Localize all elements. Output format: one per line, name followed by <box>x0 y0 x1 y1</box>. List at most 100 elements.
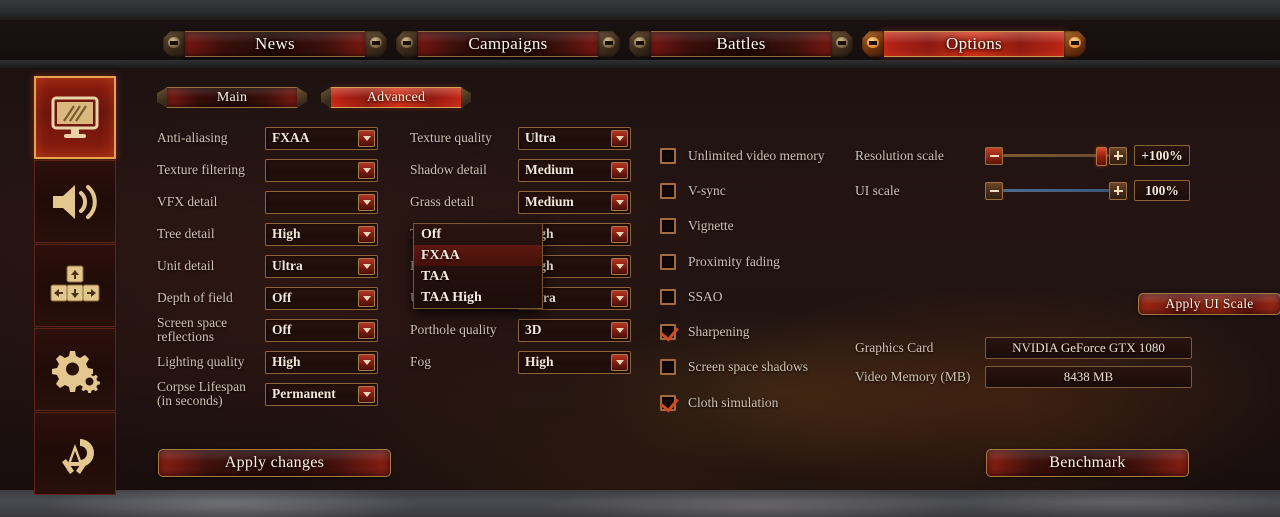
subtab-main[interactable]: Main <box>157 87 307 108</box>
checkbox-row-proximity-fading[interactable]: Proximity fading <box>660 244 860 279</box>
dropdown-option-fxaa[interactable]: FXAA <box>414 245 542 266</box>
checkbox-v-sync[interactable] <box>660 182 676 199</box>
dropdown-depth-of-field[interactable]: Off <box>265 286 378 310</box>
options-content: Main Advanced Anti-aliasing FXAA Texture fi… <box>150 80 1280 500</box>
chevron-down-icon[interactable] <box>611 225 628 243</box>
dropdown-screen-space-reflections[interactable]: Off <box>265 318 378 342</box>
chevron-down-icon[interactable] <box>358 257 375 275</box>
slider-track-resolution-scale[interactable] <box>1003 146 1109 166</box>
checkbox-row-unlimited-video-memory[interactable]: Unlimited video memory <box>660 138 860 173</box>
checkbox-row-vignette[interactable]: Vignette <box>660 209 860 244</box>
slider-increase-button[interactable] <box>1109 146 1127 165</box>
nav-tab-battles[interactable]: Battles <box>629 28 853 60</box>
nav-tab-news[interactable]: News <box>163 28 387 60</box>
checkbox-screen-space-shadows[interactable] <box>660 359 676 376</box>
setting-row-anti-aliasing: Anti-aliasing FXAA <box>157 122 397 154</box>
slider-line <box>1003 154 1109 157</box>
chevron-down-icon[interactable] <box>358 161 375 179</box>
chevron-down-icon[interactable] <box>358 321 375 339</box>
chevron-down-icon[interactable] <box>358 129 375 147</box>
skull-icon <box>163 31 185 57</box>
dropdown-porthole-quality[interactable]: 3D <box>518 318 631 342</box>
chevron-down-icon[interactable] <box>611 289 628 307</box>
subtab-advanced[interactable]: Advanced <box>321 87 471 108</box>
setting-label-vfx-detail: VFX detail <box>157 194 218 209</box>
checkbox-row-v-sync[interactable]: V-sync <box>660 173 860 208</box>
checkbox-ssao[interactable] <box>660 288 676 305</box>
chevron-down-icon[interactable] <box>611 129 628 147</box>
apply-ui-scale-button[interactable]: Apply UI Scale <box>1138 293 1280 315</box>
sidebar-item-controls[interactable] <box>34 244 116 327</box>
dropdown-option-taa[interactable]: TAA <box>414 266 542 287</box>
checkbox-row-ssao[interactable]: SSAO <box>660 279 860 314</box>
slider-track-ui-scale[interactable] <box>1003 182 1109 200</box>
setting-label-unit-detail: Unit detail <box>157 258 215 273</box>
checkbox-row-screen-space-shadows[interactable]: Screen space shadows <box>660 350 860 385</box>
checkbox-proximity-fading[interactable] <box>660 253 676 270</box>
dropdown-grass-detail[interactable]: Medium <box>518 190 631 214</box>
info-value-video-memory-mb: 8438 MB <box>985 365 1192 388</box>
options-subtabs: Main Advanced <box>157 87 471 108</box>
checkbox-vignette[interactable] <box>660 218 676 235</box>
dropdown-corpse-lifespan-in-seconds[interactable]: Permanent <box>265 382 378 406</box>
sidebar-item-graphics[interactable] <box>34 76 116 159</box>
checkbox-row-sharpening[interactable]: Sharpening <box>660 314 860 349</box>
setting-row-tree-detail: Tree detail High <box>157 218 397 250</box>
checkbox-unlimited-video-memory[interactable] <box>660 147 676 164</box>
apply-ui-scale-wrap: Apply UI Scale <box>1138 293 1280 315</box>
chevron-down-icon[interactable] <box>358 193 375 211</box>
dropdown-texture-quality[interactable]: Ultra <box>518 126 631 150</box>
dropdown-fog[interactable]: High <box>518 350 631 374</box>
dropdown-value: Ultra <box>525 130 556 145</box>
chevron-down-icon[interactable] <box>358 225 375 243</box>
dropdown-value: Off <box>272 322 292 337</box>
arrow-keys-icon <box>50 264 100 308</box>
chevron-down-icon[interactable] <box>358 385 375 403</box>
nav-tab-campaigns[interactable]: Campaigns <box>396 28 620 60</box>
dropdown-tree-detail[interactable]: High <box>265 222 378 246</box>
emblem-icon <box>50 430 100 478</box>
nav-tab-label: Options <box>946 34 1002 53</box>
dropdown-option-taa-high[interactable]: TAA High <box>414 287 542 308</box>
slider-increase-button[interactable] <box>1109 181 1127 200</box>
chevron-down-icon[interactable] <box>611 257 628 275</box>
chevron-down-icon[interactable] <box>611 353 628 371</box>
notch-ornament <box>297 87 307 108</box>
chevron-down-icon[interactable] <box>358 289 375 307</box>
checkbox-label: Vignette <box>688 218 734 234</box>
dropdown-vfx-detail[interactable] <box>265 190 378 214</box>
checkbox-label: SSAO <box>688 288 723 304</box>
checkbox-sharpening[interactable] <box>660 324 676 341</box>
dropdown-value: Permanent <box>272 386 336 401</box>
sidebar-item-audio[interactable] <box>34 160 116 243</box>
skull-icon <box>862 31 884 57</box>
apply-changes-button[interactable]: Apply changes <box>158 449 391 477</box>
dropdown-shadow-detail[interactable]: Medium <box>518 158 631 182</box>
slider-line <box>1003 189 1109 192</box>
benchmark-button[interactable]: Benchmark <box>986 449 1189 477</box>
dropdown-anti-aliasing[interactable]: FXAA <box>265 126 378 150</box>
sidebar-item-gameplay[interactable] <box>34 328 116 411</box>
chevron-down-icon[interactable] <box>611 161 628 179</box>
chevron-down-icon[interactable] <box>611 321 628 339</box>
checkbox-label: V-sync <box>688 182 726 198</box>
dropdown-option-off[interactable]: Off <box>414 224 542 245</box>
dropdown-texture-filtering[interactable] <box>265 158 378 182</box>
chevron-down-icon[interactable] <box>611 193 628 211</box>
checkbox-cloth-simulation[interactable] <box>660 394 676 411</box>
sidebar-item-account[interactable] <box>34 412 116 495</box>
setting-label-porthole-quality: Porthole quality <box>410 322 497 337</box>
slider-decrease-button[interactable] <box>985 181 1003 200</box>
skull-icon <box>629 31 651 57</box>
dropdown-lighting-quality[interactable]: High <box>265 350 378 374</box>
skull-icon <box>831 31 853 57</box>
dropdown-value: FXAA <box>272 130 310 145</box>
slider-decrease-button[interactable] <box>985 146 1003 165</box>
dropdown-unit-detail[interactable]: Ultra <box>265 254 378 278</box>
checkbox-row-cloth-simulation[interactable]: Cloth simulation <box>660 385 860 420</box>
slider-handle[interactable] <box>1096 146 1108 166</box>
anti-aliasing-dropdown-list[interactable]: Off FXAA TAA TAA High <box>413 223 543 309</box>
nav-tab-options[interactable]: Options <box>862 28 1086 60</box>
setting-label-tree-detail: Tree detail <box>157 226 215 241</box>
chevron-down-icon[interactable] <box>358 353 375 371</box>
